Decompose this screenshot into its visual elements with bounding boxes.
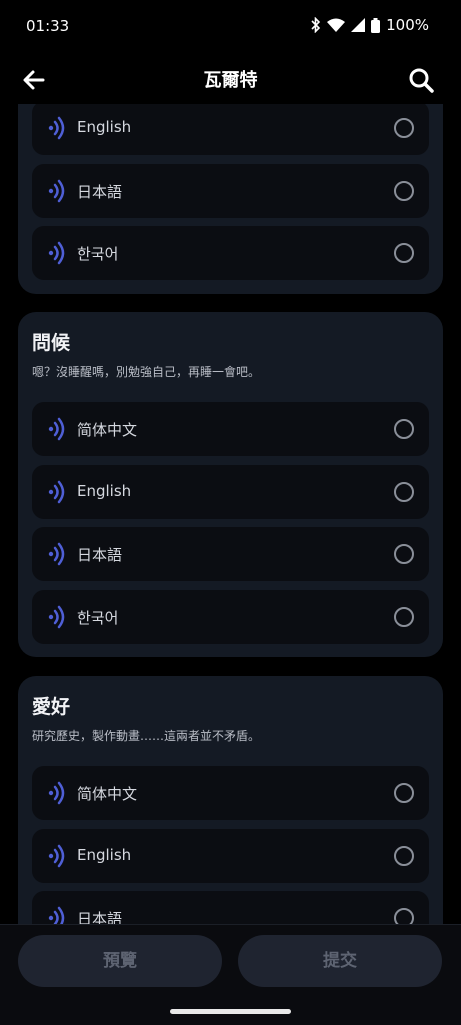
- app-bar: 瓦爾特: [0, 52, 461, 104]
- search-button[interactable]: [407, 66, 435, 94]
- radio-button[interactable]: [394, 607, 414, 627]
- bluetooth-icon: [311, 17, 321, 33]
- option-label: 日本語: [77, 546, 123, 564]
- language-option[interactable]: 简体中文: [32, 766, 429, 820]
- speaker-icon[interactable]: [46, 179, 68, 203]
- radio-button[interactable]: [394, 419, 414, 439]
- option-label: English: [77, 846, 132, 864]
- language-option[interactable]: 日本語: [32, 891, 429, 924]
- radio-button[interactable]: [394, 908, 414, 924]
- option-label: 简体中文: [77, 785, 138, 803]
- status-icons: 100%: [311, 16, 429, 34]
- voice-card: 愛好 研究歷史，製作動畫……這兩者並不矛盾。 简体中文 English 日本語: [18, 676, 443, 924]
- language-option[interactable]: 한국어: [32, 590, 429, 644]
- option-label: English: [77, 118, 132, 136]
- radio-button[interactable]: [394, 783, 414, 803]
- radio-button[interactable]: [394, 181, 414, 201]
- speaker-icon[interactable]: [46, 781, 68, 805]
- speaker-icon[interactable]: [46, 542, 68, 566]
- voice-card: 問候 嗯？沒睡醒嗎，別勉強自己，再睡一會吧。 简体中文 English 日本語 …: [18, 312, 443, 657]
- language-option[interactable]: 日本語: [32, 527, 429, 581]
- language-option[interactable]: 日本語: [32, 164, 429, 218]
- voice-list[interactable]: English 日本語 한국어 問候 嗯？沒睡醒嗎，別勉強自己，再睡一會吧。 简…: [0, 104, 461, 924]
- option-label: 日本語: [77, 910, 123, 924]
- status-bar: 01:33 100%: [0, 0, 461, 52]
- language-option[interactable]: English: [32, 104, 429, 155]
- option-label: 한국어: [77, 609, 119, 627]
- option-label: English: [77, 482, 132, 500]
- radio-button[interactable]: [394, 243, 414, 263]
- voice-transcript: 研究歷史，製作動畫……這兩者並不矛盾。: [32, 729, 261, 743]
- language-option[interactable]: 한국어: [32, 226, 429, 280]
- voice-card: English 日本語 한국어: [18, 104, 443, 294]
- speaker-icon[interactable]: [46, 116, 68, 140]
- home-indicator[interactable]: [170, 1009, 291, 1014]
- status-time: 01:33: [26, 17, 70, 35]
- voice-title: 愛好: [32, 696, 71, 718]
- option-label: 简体中文: [77, 421, 138, 439]
- radio-button[interactable]: [394, 544, 414, 564]
- radio-button[interactable]: [394, 118, 414, 138]
- speaker-icon[interactable]: [46, 241, 68, 265]
- voice-title: 問候: [32, 332, 71, 354]
- speaker-icon[interactable]: [46, 480, 68, 504]
- language-option[interactable]: English: [32, 465, 429, 519]
- submit-button[interactable]: 提交: [238, 935, 442, 987]
- speaker-icon[interactable]: [46, 844, 68, 868]
- battery-icon: [371, 17, 381, 33]
- speaker-icon[interactable]: [46, 417, 68, 441]
- language-option[interactable]: 简体中文: [32, 402, 429, 456]
- option-label: 한국어: [77, 245, 119, 263]
- speaker-icon[interactable]: [46, 605, 68, 629]
- preview-button[interactable]: 預覽: [18, 935, 222, 987]
- cellular-signal-icon: [351, 18, 366, 32]
- bottom-action-bar: 預覽 提交: [0, 924, 461, 1025]
- page-title: 瓦爾特: [203, 70, 258, 91]
- language-option[interactable]: English: [32, 829, 429, 883]
- radio-button[interactable]: [394, 482, 414, 502]
- battery-percent: 100%: [386, 16, 429, 34]
- option-label: 日本語: [77, 183, 123, 201]
- search-icon: [409, 68, 434, 93]
- voice-transcript: 嗯？沒睡醒嗎，別勉強自己，再睡一會吧。: [32, 365, 261, 379]
- radio-button[interactable]: [394, 846, 414, 866]
- speaker-icon[interactable]: [46, 906, 68, 924]
- wifi-icon: [327, 18, 346, 32]
